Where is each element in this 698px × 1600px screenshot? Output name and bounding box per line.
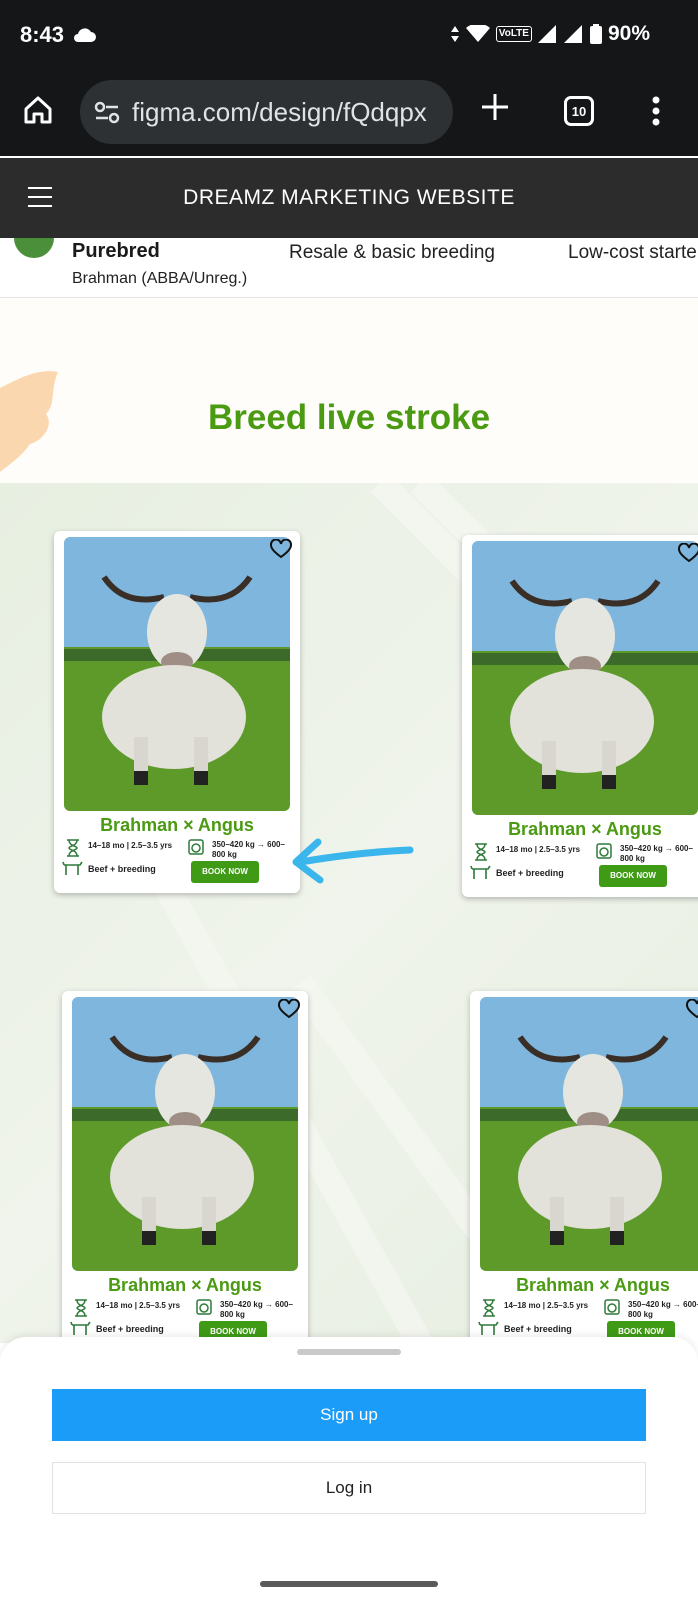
- card-weight: 350–420 kg → 600–800 kg: [628, 1300, 698, 1319]
- cattle-photo: [472, 541, 698, 815]
- product-card[interactable]: Brahman × Angus 14–18 mo | 2.5–3.5 yrs 3…: [62, 991, 308, 1343]
- url-text: figma.com/design/fQdqpx: [132, 96, 427, 127]
- cattle-photo: [72, 997, 298, 1271]
- breed-dot-icon: [14, 238, 54, 258]
- hourglass-icon: [483, 1299, 495, 1317]
- cattle-image: [64, 537, 290, 811]
- cattle-image: [480, 997, 698, 1271]
- gesture-nav-bar[interactable]: [260, 1581, 438, 1587]
- cattle-icon: [470, 865, 491, 879]
- heart-favorite-icon[interactable]: [270, 539, 292, 559]
- book-now-button[interactable]: BOOK NOW: [191, 861, 259, 883]
- heart-favorite-icon[interactable]: [678, 543, 698, 563]
- cloud-icon: [74, 28, 96, 42]
- breed-use: Resale & basic breeding: [289, 242, 495, 263]
- weight-scale-icon: [196, 1299, 212, 1315]
- card-use: Beef + breeding: [88, 864, 156, 874]
- home-icon[interactable]: [22, 94, 54, 126]
- site-settings-icon[interactable]: [94, 100, 120, 124]
- card-weight: 350–420 kg → 600–800 kg: [620, 844, 693, 863]
- status-time: 8:43: [20, 22, 65, 47]
- card-title: Brahman × Angus: [108, 1275, 262, 1295]
- card-title: Brahman × Angus: [508, 819, 662, 839]
- breed-subtitle: Brahman (ABBA/Unreg.): [72, 270, 248, 287]
- battery-icon: [589, 24, 602, 44]
- hourglass-icon: [67, 839, 79, 857]
- cattle-icon: [478, 1321, 499, 1335]
- product-card[interactable]: Brahman × Angus 14–18 mo | 2.5–3.5 yrs 3…: [462, 535, 698, 897]
- breed-type: Purebred: [72, 240, 160, 262]
- heart-favorite-icon[interactable]: [278, 999, 300, 1019]
- book-now-button[interactable]: BOOK NOW: [599, 865, 667, 887]
- cattle-image: [472, 541, 698, 815]
- card-use: Beef + breeding: [496, 868, 564, 878]
- card-use: Beef + breeding: [96, 1324, 164, 1334]
- breed-cost: Low-cost starte: [568, 242, 697, 263]
- sheet-drag-handle[interactable]: [297, 1349, 401, 1355]
- heart-favorite-icon[interactable]: [686, 999, 698, 1019]
- weight-scale-icon: [604, 1299, 620, 1315]
- address-bar[interactable]: figma.com/design/fQdqpx: [80, 80, 453, 144]
- status-indicators: VoLTE 90%: [450, 22, 650, 46]
- breed-table-row: Purebred Brahman (ABBA/Unreg.) Resale & …: [0, 238, 698, 298]
- card-age: 14–18 mo | 2.5–3.5 yrs: [496, 845, 581, 854]
- card-age: 14–18 mo | 2.5–3.5 yrs: [88, 841, 173, 850]
- tab-switcher-button[interactable]: 10: [564, 96, 594, 126]
- battery-percent: 90%: [607, 22, 650, 45]
- card-age: 14–18 mo | 2.5–3.5 yrs: [96, 1301, 181, 1310]
- cattle-photo: [480, 997, 698, 1271]
- card-title: Brahman × Angus: [516, 1275, 670, 1295]
- status-bar: 8:43 VoLTE 90%: [0, 0, 698, 68]
- card-title: Brahman × Angus: [100, 815, 254, 835]
- new-tab-icon[interactable]: [480, 92, 510, 122]
- signal-icon: [537, 25, 556, 43]
- product-card[interactable]: Brahman × Angus 14–18 mo | 2.5–3.5 yrs 3…: [54, 531, 300, 893]
- auth-bottom-sheet: Sign up Log in: [0, 1337, 698, 1600]
- card-age: 14–18 mo | 2.5–3.5 yrs: [504, 1301, 589, 1310]
- section-title: Breed live stroke: [207, 398, 491, 437]
- more-menu-icon[interactable]: [652, 96, 660, 126]
- card-weight: 350–420 kg → 600–800 kg: [212, 840, 285, 859]
- signal-icon-2: [563, 25, 582, 43]
- cattle-icon: [70, 1321, 91, 1335]
- site-title: DREAMZ MARKETING WEBSITE: [183, 186, 515, 209]
- weight-scale-icon: [188, 839, 204, 855]
- browser-toolbar: figma.com/design/fQdqpx 10: [0, 68, 698, 156]
- annotation-arrow-icon: [292, 838, 414, 884]
- product-cards-area: Brahman × Angus 14–18 mo | 2.5–3.5 yrs 3…: [0, 483, 698, 1343]
- section-header-area: Breed live stroke: [0, 298, 698, 483]
- volte-badge: VoLTE: [495, 26, 532, 42]
- card-weight: 350–420 kg → 600–800 kg: [220, 1300, 293, 1319]
- hourglass-icon: [75, 1299, 87, 1317]
- weight-scale-icon: [596, 843, 612, 859]
- site-header: DREAMZ MARKETING WEBSITE: [0, 158, 698, 238]
- wifi-icon: [465, 25, 490, 42]
- log-in-button[interactable]: Log in: [52, 1462, 646, 1514]
- sign-up-button[interactable]: Sign up: [52, 1389, 646, 1441]
- product-card[interactable]: Brahman × Angus 14–18 mo | 2.5–3.5 yrs 3…: [470, 991, 698, 1343]
- cattle-photo: [64, 537, 290, 811]
- cattle-icon: [62, 861, 83, 875]
- hourglass-icon: [475, 843, 487, 861]
- data-arrows-icon: [450, 26, 459, 42]
- card-use: Beef + breeding: [504, 1324, 572, 1334]
- cattle-image: [72, 997, 298, 1271]
